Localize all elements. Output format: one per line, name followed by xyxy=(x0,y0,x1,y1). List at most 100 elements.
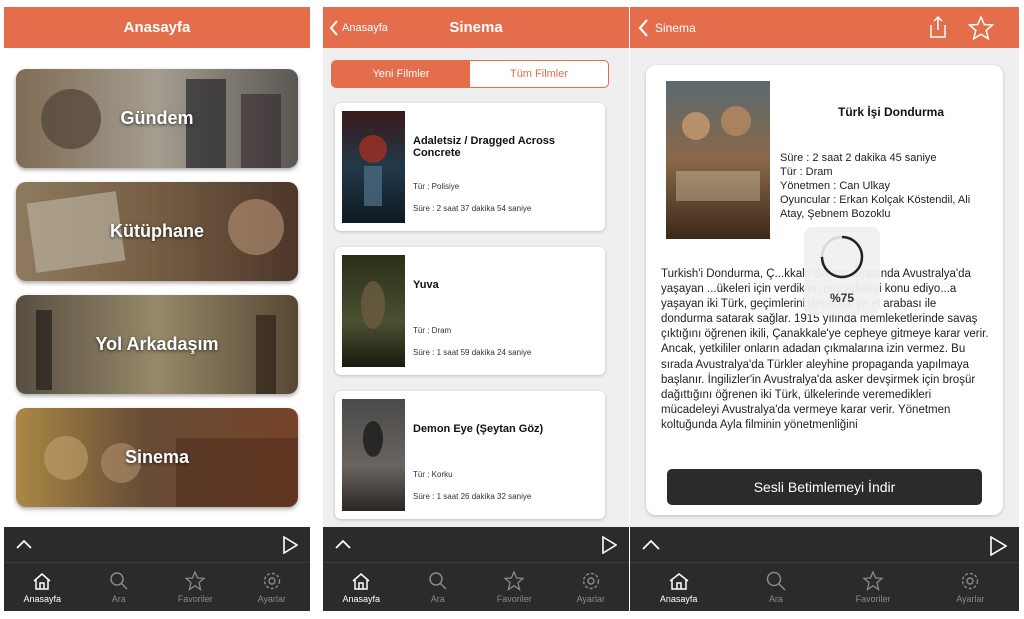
home-icon xyxy=(33,572,51,590)
home-icon xyxy=(669,572,689,590)
chevron-up-icon[interactable] xyxy=(335,539,351,549)
cinema-header: Anasayfa Sinema xyxy=(323,7,629,48)
tab-ara[interactable]: Ara xyxy=(81,563,158,611)
card-label: Yol Arkadaşım xyxy=(95,334,219,354)
tab-label: Ara xyxy=(768,593,783,604)
card-label: Sinema xyxy=(124,447,190,467)
tab-ara[interactable]: Ara xyxy=(400,563,477,611)
chevron-left-icon xyxy=(638,18,648,37)
movie-genre: Tür : Korku xyxy=(413,470,453,479)
movie-genre: Tür : Dram xyxy=(780,166,833,178)
movie-item[interactable]: Demon Eye (Şeytan Göz) Tür : Korku Süre … xyxy=(335,391,605,519)
loading-spinner-icon xyxy=(820,235,864,279)
home-icon xyxy=(352,572,370,590)
card-kutuphane[interactable]: Kütüphane xyxy=(16,182,298,281)
tab-yeni-filmler[interactable]: Yeni Filmler xyxy=(332,61,470,87)
cinema-screen: Anasayfa Sinema Yeni Filmler Tüm Filmler… xyxy=(323,7,629,611)
tab-label: Ara xyxy=(430,593,445,604)
play-icon[interactable] xyxy=(601,536,617,554)
tab-label: Favoriler xyxy=(177,593,213,604)
back-button[interactable]: Sinema xyxy=(638,7,696,48)
card-label: Kütüphane xyxy=(110,221,204,241)
movie-title: Türk İşi Dondurma xyxy=(837,105,944,119)
page-title: Anasayfa xyxy=(123,19,191,36)
segment-control: Yeni Filmler Tüm Filmler xyxy=(331,60,609,88)
mini-player xyxy=(4,527,310,563)
tab-label: Anasayfa xyxy=(342,593,381,604)
tab-ara[interactable]: Ara xyxy=(727,563,824,611)
movie-poster xyxy=(342,111,405,223)
movie-detail-screen: Sinema Türk İşi Dondurma Süre : 2 saat 2… xyxy=(630,7,1019,611)
tab-label: Ayarlar xyxy=(257,593,286,604)
chevron-up-icon[interactable] xyxy=(16,539,32,549)
tab-favoriler[interactable]: Favoriler xyxy=(476,563,553,611)
movie-poster xyxy=(342,255,405,367)
tab-ayarlar[interactable]: Ayarlar xyxy=(922,563,1019,611)
play-icon[interactable] xyxy=(282,536,298,554)
search-icon xyxy=(110,571,128,590)
movie-item[interactable]: Adaletsiz / Dragged Across Concrete Tür … xyxy=(335,103,605,231)
movie-duration: Süre : 1 saat 26 dakika 32 saniye xyxy=(413,492,532,501)
tab-label: Ayarlar xyxy=(576,593,605,604)
tab-bar: Anasayfa Ara Favoriler Ayarlar xyxy=(323,563,629,611)
star-icon xyxy=(185,570,206,591)
download-progress-overlay: %75 xyxy=(804,227,880,315)
tab-favoriler[interactable]: Favoriler xyxy=(157,563,234,611)
movie-director: Yönetmen : Can Ulkay xyxy=(780,180,891,192)
tab-tum-filmler[interactable]: Tüm Filmler xyxy=(470,61,608,87)
movie-duration: Süre : 2 saat 37 dakika 54 saniye xyxy=(413,204,532,213)
download-audio-description-button[interactable]: Sesli Betimlemeyi İndir xyxy=(667,469,982,505)
star-icon xyxy=(504,570,525,591)
movie-item[interactable]: Yuva Tür : Dram Süre : 1 saat 59 dakika … xyxy=(335,247,605,375)
tab-anasayfa[interactable]: Anasayfa xyxy=(630,563,727,611)
tab-label: Anasayfa xyxy=(23,593,62,604)
tab-label: Anasayfa xyxy=(659,593,698,604)
play-icon[interactable] xyxy=(989,536,1007,556)
card-label: Gündem xyxy=(120,108,194,128)
tab-ayarlar[interactable]: Ayarlar xyxy=(234,563,311,611)
progress-label: %75 xyxy=(829,291,855,305)
movie-poster xyxy=(342,399,405,511)
movie-genre: Tür : Dram xyxy=(413,326,452,335)
star-icon xyxy=(862,570,884,591)
tab-ayarlar[interactable]: Ayarlar xyxy=(553,563,630,611)
search-icon xyxy=(766,571,786,591)
movie-duration: Süre : 1 saat 59 dakika 24 saniye xyxy=(413,348,532,357)
gear-icon xyxy=(263,572,280,589)
card-yol-arkadasim[interactable]: Yol Arkadaşım xyxy=(16,295,298,394)
share-icon[interactable] xyxy=(928,15,948,39)
tab-label: Ara xyxy=(111,593,126,604)
movie-meta: Süre : 2 saat 2 dakika 45 saniye Tür : D… xyxy=(780,151,995,221)
mini-player xyxy=(323,527,629,563)
bottom-bar: Anasayfa Ara Favoriler Ayarlar xyxy=(4,527,310,611)
tab-label: Ayarlar xyxy=(956,593,985,604)
favorite-star-icon[interactable] xyxy=(968,15,994,41)
tab-anasayfa[interactable]: Anasayfa xyxy=(323,563,400,611)
movie-detail-card: Türk İşi Dondurma Süre : 2 saat 2 dakika… xyxy=(646,65,1003,515)
tab-bar: Anasayfa Ara Favoriler Ayarlar xyxy=(4,563,310,611)
tab-label: Favoriler xyxy=(496,593,532,604)
bottom-bar: Anasayfa Ara Favoriler Ayarlar xyxy=(630,527,1019,611)
search-icon xyxy=(429,571,447,590)
movie-title: Demon Eye (Şeytan Göz) xyxy=(413,423,544,435)
card-gundem[interactable]: Gündem xyxy=(16,69,298,168)
card-sinema[interactable]: Sinema xyxy=(16,408,298,507)
page-title: Sinema xyxy=(449,19,503,36)
gear-icon xyxy=(962,572,979,589)
tab-label: Favoriler xyxy=(855,593,891,604)
back-label: Sinema xyxy=(655,20,696,35)
gear-icon xyxy=(582,572,599,589)
home-header: Anasayfa xyxy=(4,7,310,48)
tab-favoriler[interactable]: Favoriler xyxy=(825,563,922,611)
mini-player xyxy=(630,527,1019,563)
tab-bar: Anasayfa Ara Favoriler Ayarlar xyxy=(630,563,1019,611)
chevron-up-icon[interactable] xyxy=(642,539,660,550)
detail-header: Sinema xyxy=(630,7,1019,48)
movie-poster xyxy=(666,81,770,239)
movie-actors: Oyuncular : Erkan Kolçak Köstendil, Ali … xyxy=(780,194,971,220)
home-screen: Anasayfa Gündem Kütüphane Yol Arkadaşım … xyxy=(4,7,310,611)
movie-genre: Tür : Polisiye xyxy=(413,182,460,191)
movie-title: Yuva xyxy=(413,279,439,291)
movie-duration: Süre : 2 saat 2 dakika 45 saniye xyxy=(780,152,937,164)
tab-anasayfa[interactable]: Anasayfa xyxy=(4,563,81,611)
